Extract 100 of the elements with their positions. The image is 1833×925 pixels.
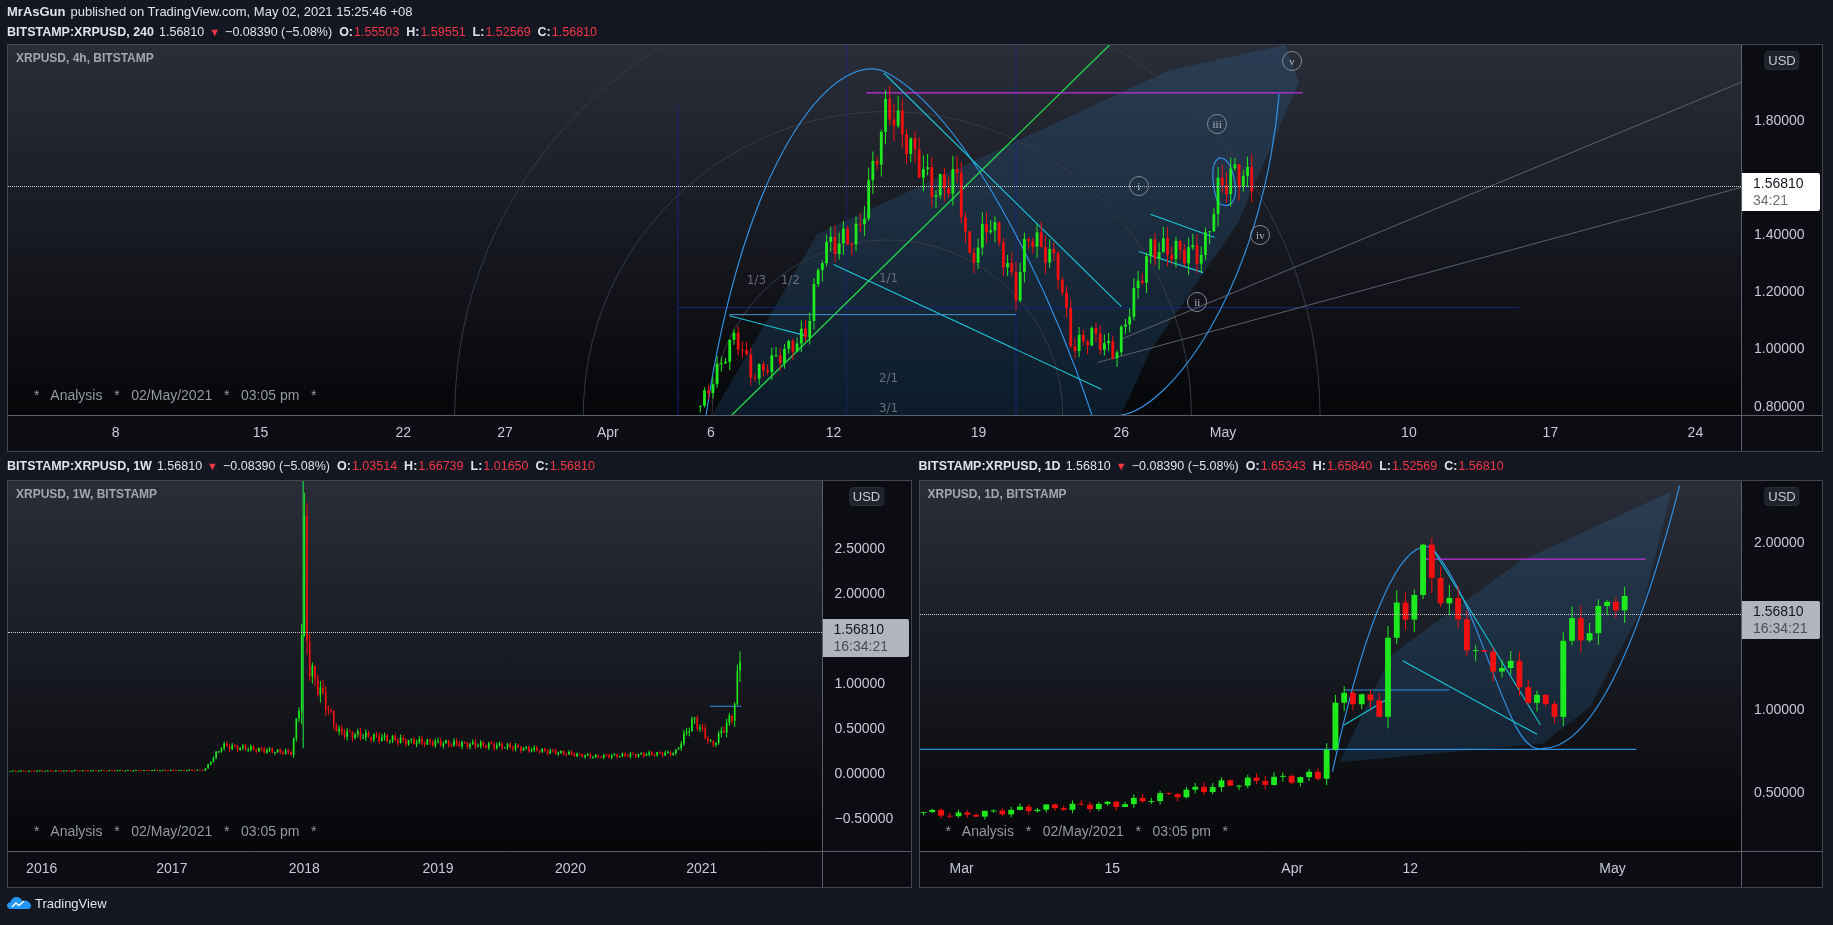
last-price-value: 1.56810 — [1753, 175, 1805, 192]
time-tick: 6 — [706, 424, 715, 440]
ohlc-label: L: — [472, 25, 485, 39]
time-tick: 2016 — [26, 860, 58, 876]
ohlc-value: 1.56810 — [551, 25, 597, 39]
ohlc-value: 1.56810 — [549, 459, 595, 473]
ohlc-label: H: — [406, 25, 420, 39]
currency-badge[interactable]: USD — [1764, 487, 1800, 506]
time-tick: May — [1209, 424, 1237, 440]
ohlc-label: O: — [337, 459, 351, 473]
chart-title: XRPUSD, 1D, BITSTAMP — [927, 487, 1067, 501]
price-value: 1.56810 — [1065, 459, 1111, 473]
symbol-label: BITSTAMP:XRPUSD, 1D — [918, 459, 1061, 473]
ohlc-value: 1.55503 — [354, 25, 400, 39]
chart-plot-area[interactable]: XRPUSD, 1W, BITSTAMP * Analysis * 02/May/2021 * 03:05 pm * — [8, 481, 823, 852]
currency-badge[interactable]: USD — [848, 487, 885, 506]
chart-plot-area[interactable]: XRPUSD, 1D, BITSTAMP * Analysis * 02/May/2021 * 03:05 pm * — [919, 481, 1742, 852]
price-tick: 1.00000 — [1754, 700, 1805, 717]
price-tick: 2.50000 — [834, 540, 886, 557]
price-tick: 1.80000 — [1754, 111, 1805, 128]
symbol-label: BITSTAMP:XRPUSD, 240 — [7, 25, 154, 39]
price-tick: 0.00000 — [834, 764, 886, 781]
ohlc-value: 1.52569 — [485, 25, 531, 39]
time-tick: Apr — [597, 424, 619, 440]
ohlc-label: O: — [1245, 459, 1260, 473]
price-tick: 2.00000 — [834, 585, 886, 602]
time-tick: 2021 — [686, 860, 718, 876]
change-value: −0.08390 (−5.08%) — [1131, 459, 1239, 473]
fan-ratio-label: 3/1 — [878, 401, 899, 415]
price-tick: 2.00000 — [1754, 533, 1805, 550]
ohlc-value: 1.56810 — [1458, 459, 1504, 473]
ohlc-label: H: — [1312, 459, 1327, 473]
analysis-note: * Analysis * 02/May/2021 * 03:05 pm * — [34, 387, 317, 403]
ohlc-value: 1.03514 — [351, 459, 398, 473]
fan-ratio-label: 1/1 — [878, 271, 899, 286]
fan-ratio-label: 1/3 — [746, 272, 767, 287]
ohlc-label: L: — [470, 459, 483, 473]
time-tick: 24 — [1687, 424, 1704, 440]
publish-info: published on TradingView.com, May 02, 2021 15:25:46 +08 — [70, 3, 413, 19]
time-tick: 12 — [1402, 860, 1419, 876]
time-tick: 19 — [970, 424, 987, 440]
ohlc-label: O: — [339, 25, 353, 39]
direction-arrow: ▼ — [209, 26, 221, 38]
chart-title: XRPUSD, 4h, BITSTAMP — [16, 51, 154, 65]
change-value: −0.08390 (−5.08%) — [223, 459, 331, 473]
time-tick: 2020 — [554, 860, 587, 876]
price-tick: 1.20000 — [1754, 283, 1805, 300]
bar-countdown: 16:34:21 — [833, 637, 889, 655]
time-tick: 22 — [395, 424, 411, 440]
time-tick: 8 — [111, 424, 120, 440]
analysis-note: * Analysis * 02/May/2021 * 03:05 pm * — [945, 823, 1228, 839]
price-tick: 1.00000 — [834, 674, 886, 691]
price-value: 1.56810 — [159, 25, 205, 39]
direction-arrow: ▼ — [1115, 460, 1127, 472]
chart-title: XRPUSD, 1W, BITSTAMP — [16, 487, 158, 501]
time-tick: 2017 — [156, 860, 188, 876]
time-tick: 15 — [1104, 860, 1121, 876]
time-tick: May — [1599, 860, 1626, 876]
analysis-note: * Analysis * 02/May/2021 * 03:05 pm * — [34, 823, 317, 839]
price-tick: 0.50000 — [834, 719, 886, 736]
last-price-value: 1.56810 — [833, 620, 886, 638]
author-name: MrAsGun — [7, 3, 66, 19]
ohlc-label: C: — [537, 25, 551, 39]
ohlc-value: 1.01650 — [483, 459, 529, 473]
price-tick: 0.50000 — [1754, 784, 1805, 801]
time-tick: 2019 — [422, 860, 454, 876]
price-tick: 0.80000 — [1754, 397, 1805, 414]
time-tick: 12 — [825, 424, 842, 440]
ohlc-label: C: — [1444, 459, 1458, 473]
ohlc-label: C: — [535, 459, 549, 473]
time-tick: 10 — [1401, 424, 1417, 440]
price-tick: −0.50000 — [834, 809, 894, 826]
chart-plot-area[interactable]: XRPUSD, 4h, BITSTAMP v iii i iv 1/3 1/2 1/1 ii 2/1 3/1 * Analysis * 02/May/2021 * 03:05 pm * — [8, 45, 1742, 416]
ohlc-value: 1.52569 — [1392, 459, 1438, 473]
brand-name[interactable]: TradingView — [35, 895, 107, 911]
symbol-label: BITSTAMP:XRPUSD, 1W — [7, 459, 152, 473]
price-value: 1.56810 — [156, 459, 203, 473]
time-tick: 27 — [497, 424, 513, 440]
time-tick: Mar — [949, 860, 974, 876]
time-tick: 15 — [252, 424, 269, 440]
time-tick: 17 — [1542, 424, 1559, 440]
ohlc-value: 1.65840 — [1327, 459, 1373, 473]
ohlc-label: H: — [404, 459, 418, 473]
ohlc-value: 1.59551 — [420, 25, 466, 39]
currency-badge[interactable]: USD — [1764, 51, 1800, 70]
direction-arrow: ▼ — [207, 460, 218, 472]
ohlc-label: L: — [1379, 459, 1392, 473]
price-tick: 1.40000 — [1754, 226, 1805, 243]
fan-ratio-label: 2/1 — [878, 370, 899, 385]
bar-countdown: 16:34:21 — [1753, 619, 1809, 637]
time-tick: 26 — [1113, 424, 1129, 440]
ohlc-value: 1.65343 — [1260, 459, 1306, 473]
bar-countdown: 34:21 — [1753, 192, 1790, 209]
fan-ratio-label: 1/2 — [780, 272, 800, 287]
last-price-value: 1.56810 — [1753, 602, 1805, 620]
price-tick: 1.00000 — [1754, 340, 1805, 357]
ohlc-value: 1.66739 — [418, 459, 464, 473]
time-tick: Apr — [1281, 860, 1304, 876]
change-value: −0.08390 (−5.08%) — [225, 25, 333, 39]
time-tick: 2018 — [288, 860, 320, 876]
